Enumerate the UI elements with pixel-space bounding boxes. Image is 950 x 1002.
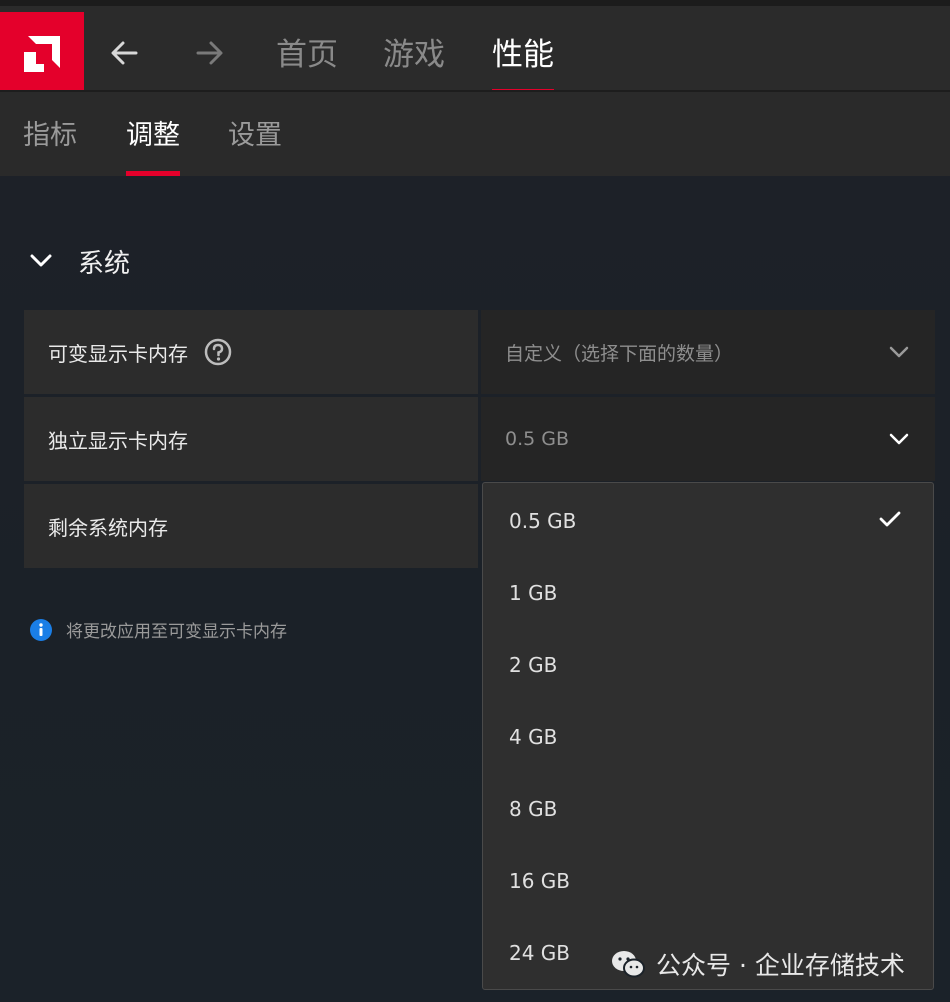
- wechat-icon: [610, 949, 646, 979]
- forward-arrow-icon[interactable]: [195, 38, 225, 68]
- option-label: 8 GB: [509, 797, 558, 821]
- row-label-remaining-system-memory: 剩余系统内存: [24, 484, 478, 568]
- option-label: 1 GB: [509, 581, 558, 605]
- option-label: 24 GB: [509, 941, 571, 965]
- chevron-down-icon: [889, 341, 909, 363]
- dropdown-option[interactable]: 16 GB: [483, 845, 933, 917]
- row-label-text: 独立显示卡内存: [48, 428, 188, 453]
- tab-games[interactable]: 游戏: [383, 34, 445, 94]
- info-text: 将更改应用至可变显示卡内存: [66, 622, 287, 642]
- top-bar: 首页 游戏 性能: [0, 0, 950, 96]
- check-icon: [879, 509, 901, 533]
- amd-logo-icon[interactable]: [0, 12, 84, 96]
- tab-metrics[interactable]: 指标: [23, 118, 77, 176]
- info-message: 将更改应用至可变显示卡内存: [30, 617, 287, 642]
- tab-settings[interactable]: 设置: [228, 118, 282, 176]
- section-system-header[interactable]: 系统: [26, 240, 130, 282]
- tab-home[interactable]: 首页: [276, 34, 338, 94]
- watermark: 公众号 · 企业存储技术: [610, 944, 905, 984]
- select-value: 自定义（选择下面的数量）: [505, 342, 734, 365]
- row-label-text: 可变显示卡内存: [48, 341, 188, 366]
- back-arrow-icon[interactable]: [109, 38, 139, 68]
- row-label-dedicated-gpu-memory: 独立显示卡内存: [24, 397, 478, 481]
- dropdown-option[interactable]: 1 GB: [483, 557, 933, 629]
- chevron-down-icon: [26, 246, 56, 276]
- watermark-text: 公众号 · 企业存储技术: [656, 951, 905, 980]
- gpu-memory-dropdown-list: 0.5 GB 1 GB 2 GB 4 GB 8 GB 16 GB 24 GB: [482, 482, 934, 990]
- dropdown-option[interactable]: 4 GB: [483, 701, 933, 773]
- dropdown-option[interactable]: 0.5 GB: [483, 485, 933, 557]
- variable-gpu-memory-select[interactable]: 自定义（选择下面的数量）: [481, 310, 935, 394]
- row-label-text: 剩余系统内存: [48, 515, 168, 540]
- tab-tuning[interactable]: 调整: [126, 118, 180, 176]
- option-label: 16 GB: [509, 869, 571, 893]
- option-label: 4 GB: [509, 725, 558, 749]
- option-label: 0.5 GB: [509, 509, 577, 533]
- chevron-down-icon: [889, 428, 909, 450]
- row-label-variable-gpu-memory: 可变显示卡内存: [24, 310, 478, 394]
- section-title: 系统: [78, 248, 131, 279]
- info-icon: [30, 618, 52, 641]
- option-label: 2 GB: [509, 653, 558, 677]
- help-icon[interactable]: [204, 338, 232, 366]
- dropdown-option[interactable]: 8 GB: [483, 773, 933, 845]
- dedicated-gpu-memory-select[interactable]: 0.5 GB: [481, 397, 935, 481]
- sub-nav-bar: 指标 调整 设置: [0, 90, 950, 176]
- tab-performance[interactable]: 性能: [492, 34, 554, 94]
- dropdown-option[interactable]: 2 GB: [483, 629, 933, 701]
- select-value: 0.5 GB: [505, 428, 570, 450]
